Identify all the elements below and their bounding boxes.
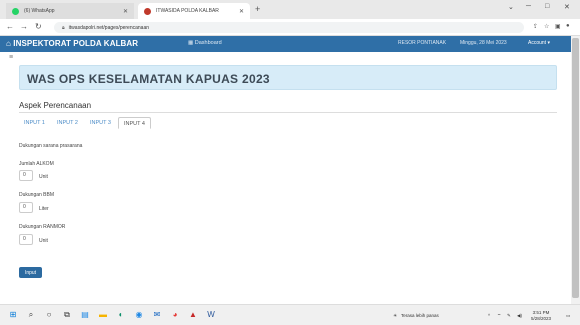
app-icon[interactable]: ◉ xyxy=(134,310,144,320)
extensions-icon[interactable]: ▣ xyxy=(555,23,561,30)
wifi-icon[interactable]: ⌔ xyxy=(497,313,501,319)
close-window-button[interactable]: ✕ xyxy=(564,3,570,11)
clock-date: 5/28/2023 xyxy=(531,316,552,321)
ranmor-unit: Unit xyxy=(39,238,48,244)
bbm-input[interactable]: 0 xyxy=(19,202,33,213)
cortana-icon[interactable]: ○ xyxy=(44,310,54,320)
chrome-icon[interactable]: ◕ xyxy=(170,310,180,320)
scrollbar-thumb[interactable] xyxy=(572,38,579,298)
pdf-icon[interactable]: ▲ xyxy=(188,310,198,320)
alkom-unit: Unit xyxy=(39,174,48,180)
field-label-alkom: Jumlah ALKOM xyxy=(19,161,54,167)
browser-tab-strip: (6) WhatsApp ✕ ITWASIDA POLDA KALBAR ✕ +… xyxy=(0,0,580,19)
field-label-bbm: Dukungan BBM xyxy=(19,192,55,198)
tab-input-1[interactable]: INPUT 1 xyxy=(19,117,50,129)
address-bar-row: ← → ↻ 🔒︎ itwasdapolri.net/pages/perencan… xyxy=(0,19,580,36)
windows-start-icon[interactable]: ⊞ xyxy=(8,310,18,320)
maximize-button[interactable]: □ xyxy=(545,3,549,10)
windows-taskbar: ⊞ ⌕ ○ ⧉ ▤ ▬ ◐ ◉ ✉ ◕ ▲ W ☀ Terasa lebih p… xyxy=(0,304,580,325)
file-explorer-icon[interactable]: ▬ xyxy=(98,310,108,320)
task-view-icon[interactable]: ⧉ xyxy=(62,310,72,320)
edge-icon[interactable]: ◐ xyxy=(116,310,126,320)
reload-icon[interactable]: ↻ xyxy=(35,22,42,32)
weather-text[interactable]: Terasa lebih panas xyxy=(401,313,439,318)
input-submit-button[interactable]: Input xyxy=(19,267,42,278)
subheading: Dukungan sarana prasarana xyxy=(19,143,83,149)
url-text: itwasdapolri.net/pages/perencanaan xyxy=(68,24,150,31)
back-arrow-icon[interactable]: ← xyxy=(6,22,14,32)
polda-favicon-icon xyxy=(144,7,151,15)
share-icon[interactable]: ⇪ xyxy=(533,23,538,30)
tab-search-icon[interactable]: ⌄ xyxy=(508,3,514,11)
tab-input-4[interactable]: INPUT 4 xyxy=(118,117,151,129)
close-tab-icon[interactable]: ✕ xyxy=(239,8,244,15)
bookmark-star-icon[interactable]: ☆ xyxy=(544,23,549,30)
tray-chevron-icon[interactable]: ^ xyxy=(488,313,490,318)
whatsapp-favicon-icon xyxy=(12,7,19,15)
site-navbar: ⌂ INSPEKTORAT POLDA KALBAR ▦ Dashboard R… xyxy=(0,36,580,52)
profile-avatar-icon[interactable]: ● xyxy=(566,23,570,29)
input-tabs: INPUT 1 INPUT 2 INPUT 3 INPUT 4 xyxy=(19,117,153,129)
weather-icon[interactable]: ☀ xyxy=(393,313,397,319)
account-menu[interactable]: Account ▾ xyxy=(528,40,550,46)
brand-logo[interactable]: ⌂ INSPEKTORAT POLDA KALBAR xyxy=(6,39,138,48)
word-icon[interactable]: W xyxy=(206,310,216,320)
dashboard-label: Dashboard xyxy=(194,40,222,46)
tab-title: (6) WhatsApp xyxy=(24,8,55,14)
section-divider xyxy=(19,112,557,113)
brand-text: INSPEKTORAT POLDA KALBAR xyxy=(13,39,139,48)
date-text: Minggu, 28 Mei 2023 xyxy=(460,40,507,46)
taskbar-clock[interactable]: 3:51 PM 5/28/2023 xyxy=(531,310,551,322)
search-icon[interactable]: ⌕ xyxy=(26,310,36,320)
bbm-unit: Liter xyxy=(39,206,49,212)
browser-tab-itwasda[interactable]: ITWASIDA POLDA KALBAR ✕ xyxy=(138,3,250,19)
pen-icon[interactable]: ✎ xyxy=(507,313,511,319)
browser-tab-whatsapp[interactable]: (6) WhatsApp ✕ xyxy=(6,3,134,19)
volume-icon[interactable]: ◀) xyxy=(517,313,522,319)
ranmor-input[interactable]: 0 xyxy=(19,234,33,245)
forward-arrow-icon[interactable]: → xyxy=(20,22,28,32)
close-tab-icon[interactable]: ✕ xyxy=(123,8,128,15)
tab-input-2[interactable]: INPUT 2 xyxy=(52,117,83,129)
home-icon: ⌂ xyxy=(6,39,11,48)
url-field[interactable]: 🔒︎ itwasdapolri.net/pages/perencanaan xyxy=(54,22,524,33)
tab-input-3[interactable]: INPUT 3 xyxy=(85,117,116,129)
notification-icon[interactable]: ▭ xyxy=(566,313,570,319)
lock-icon: 🔒︎ xyxy=(62,24,65,31)
tab-title: ITWASIDA POLDA KALBAR xyxy=(156,8,219,14)
dashboard-link[interactable]: ▦ Dashboard xyxy=(188,40,222,46)
hamburger-menu-icon[interactable]: ≡ xyxy=(9,54,13,61)
minimize-button[interactable]: ─ xyxy=(526,3,531,10)
store-icon[interactable]: ▤ xyxy=(80,310,90,320)
alkom-input[interactable]: 0 xyxy=(19,170,33,181)
page-title: WAS OPS KESELAMATAN KAPUAS 2023 xyxy=(27,72,270,86)
page-title-panel: WAS OPS KESELAMATAN KAPUAS 2023 xyxy=(19,65,557,90)
dashboard-icon: ▦ xyxy=(188,40,194,46)
field-label-ranmor: Dukungan RANMOR xyxy=(19,224,66,230)
mail-icon[interactable]: ✉ xyxy=(152,310,162,320)
section-title: Aspek Perencanaan xyxy=(19,101,92,110)
new-tab-button[interactable]: + xyxy=(255,4,260,14)
location-text: RESOR PONTIANAK xyxy=(398,40,447,46)
